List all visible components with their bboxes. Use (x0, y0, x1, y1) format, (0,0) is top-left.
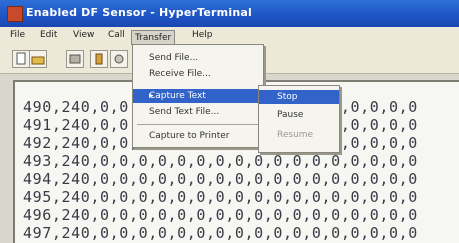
terminal-line: 497,240,0,0,0,0,0,0,0,0,0,0,0,0,0,0,0,0,… (23, 224, 418, 242)
terminal-line: 493,240,0,0,0,0,0,0,0,0,0,0,0,0,0,0,0,0,… (23, 152, 418, 170)
submenu-arrow-icon: ▸ (149, 91, 154, 101)
menu-file[interactable]: File (10, 30, 25, 40)
terminal-line: 494,240,0,0,0,0,0,0,0,0,0,0,0,0,0,0,0,0,… (23, 170, 418, 188)
capture-to-printer-item[interactable]: Capture to Printer (133, 129, 263, 143)
disconnect-icon[interactable] (90, 50, 108, 68)
send-icon[interactable] (110, 50, 128, 68)
open-icon[interactable] (29, 50, 47, 68)
stop-item[interactable]: Stop (259, 90, 339, 104)
menu-call[interactable]: Call (108, 30, 125, 40)
menu-view[interactable]: View (73, 30, 94, 40)
window-title: Enabled DF Sensor - HyperTerminal (26, 6, 252, 19)
capture-text-item[interactable]: Capture Text ▸ (133, 89, 263, 103)
transfer-menu: Send File... Receive File... Capture Tex… (132, 44, 264, 148)
menu-bar: File Edit View Call Transfer Help (0, 27, 459, 46)
connect-icon[interactable] (66, 50, 84, 68)
send-text-file-item[interactable]: Send Text File... (133, 105, 263, 119)
terminal-line: 495,240,0,0,0,0,0,0,0,0,0,0,0,0,0,0,0,0,… (23, 188, 418, 206)
new-connection-icon[interactable] (12, 50, 30, 68)
pause-item[interactable]: Pause (259, 108, 339, 122)
capture-text-submenu: Stop Pause Resume (258, 85, 340, 153)
send-file-item[interactable]: Send File... (133, 51, 263, 65)
menu-help[interactable]: Help (192, 30, 213, 40)
title-bar: Enabled DF Sensor - HyperTerminal (0, 0, 459, 27)
menu-edit[interactable]: Edit (40, 30, 57, 40)
menu-separator (137, 124, 259, 125)
hyperterminal-app-icon (7, 6, 23, 22)
receive-file-item[interactable]: Receive File... (133, 67, 263, 81)
terminal-line: 496,240,0,0,0,0,0,0,0,0,0,0,0,0,0,0,0,0,… (23, 206, 418, 224)
resume-item[interactable]: Resume (259, 128, 339, 142)
